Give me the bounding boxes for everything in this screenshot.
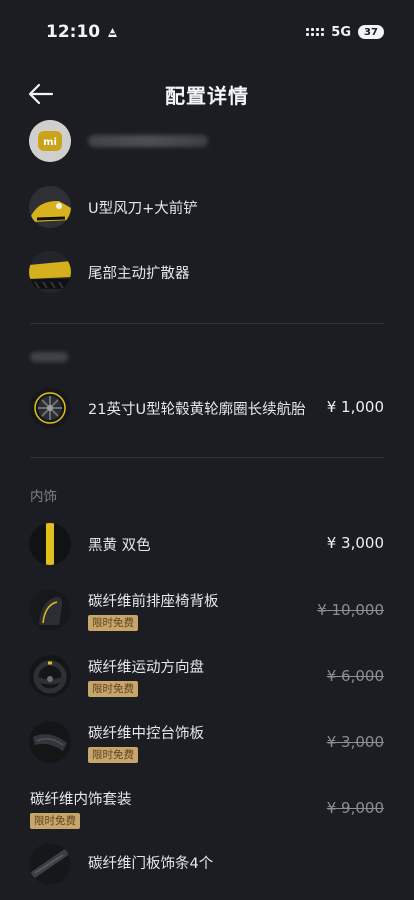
item-price: ¥ 1,000 xyxy=(326,398,384,416)
notification-icon xyxy=(108,27,118,37)
svg-text:mi: mi xyxy=(43,137,57,148)
battery-icon: 37 xyxy=(358,25,384,39)
item-label: 碳纤维中控台饰板 xyxy=(88,726,204,742)
seat-icon xyxy=(29,589,71,631)
package-price: ¥ 9,000 xyxy=(326,799,384,817)
list-item[interactable]: 碳纤维中控台饰板 限时免费 ¥ 3,000 xyxy=(0,721,414,763)
status-time: 12:10 xyxy=(46,22,101,42)
blurred-section-label xyxy=(30,352,68,362)
list-item[interactable]: 21英寸U型轮毂黄轮廓圈长续航胎 ¥ 1,000 xyxy=(0,387,414,429)
item-label: 碳纤维门板饰条4个 xyxy=(88,856,214,872)
status-indicators: 5G 37 xyxy=(306,25,384,40)
free-badge: 限时免费 xyxy=(88,747,138,763)
package-label: 碳纤维内饰套装 xyxy=(30,792,132,808)
list-item[interactable]: 尾部主动扩散器 xyxy=(0,251,414,293)
status-bar: 12:10 5G 37 xyxy=(0,0,414,64)
item-label: 黑黄 双色 xyxy=(88,538,151,554)
back-arrow-icon[interactable] xyxy=(26,80,56,108)
list-item[interactable]: U型风刀+大前铲 xyxy=(0,186,414,228)
signal-icon xyxy=(306,28,325,36)
blurred-item-name xyxy=(88,135,208,147)
package-item[interactable]: 碳纤维内饰套装 限时免费 ¥ 9,000 xyxy=(0,787,414,831)
color-swatch-icon xyxy=(29,523,71,565)
rear-diffuser-icon xyxy=(29,251,71,293)
item-label: U型风刀+大前铲 xyxy=(88,201,198,217)
xiaomi-logo-icon: mi xyxy=(29,120,71,162)
list-item[interactable]: 碳纤维门板饰条4个 xyxy=(0,843,414,885)
item-label: 尾部主动扩散器 xyxy=(88,266,190,282)
header: 配置详情 xyxy=(0,72,414,116)
item-label: 21英寸U型轮毂黄轮廓圈长续航胎 xyxy=(88,402,306,418)
item-price: ¥ 6,000 xyxy=(326,667,384,685)
steering-wheel-icon xyxy=(29,655,71,697)
wheel-icon xyxy=(29,387,71,429)
item-price: ¥ 3,000 xyxy=(326,733,384,751)
list-item[interactable]: 碳纤维运动方向盘 限时免费 ¥ 6,000 xyxy=(0,655,414,697)
item-label: 碳纤维运动方向盘 xyxy=(88,660,204,676)
page-title: 配置详情 xyxy=(165,83,249,108)
battery-level: 37 xyxy=(364,26,378,38)
free-badge: 限时免费 xyxy=(88,681,138,697)
console-icon xyxy=(29,721,71,763)
free-badge: 限时免费 xyxy=(30,813,80,829)
item-price: ¥ 10,000 xyxy=(317,601,384,619)
item-price: ¥ 3,000 xyxy=(326,534,384,552)
divider xyxy=(30,323,384,324)
network-type: 5G xyxy=(331,24,351,40)
list-item[interactable]: 碳纤维前排座椅背板 限时免费 ¥ 10,000 xyxy=(0,589,414,631)
door-trim-icon xyxy=(29,843,71,885)
free-badge: 限时免费 xyxy=(88,615,138,631)
front-bumper-icon xyxy=(29,186,71,228)
list-item[interactable]: 黑黄 双色 ¥ 3,000 xyxy=(0,523,414,565)
status-time-group: 12:10 xyxy=(46,22,119,42)
item-label: 碳纤维前排座椅背板 xyxy=(88,594,219,610)
list-item[interactable]: mi xyxy=(0,120,414,162)
divider xyxy=(30,457,384,458)
section-label-interior: 内饰 xyxy=(30,489,57,505)
